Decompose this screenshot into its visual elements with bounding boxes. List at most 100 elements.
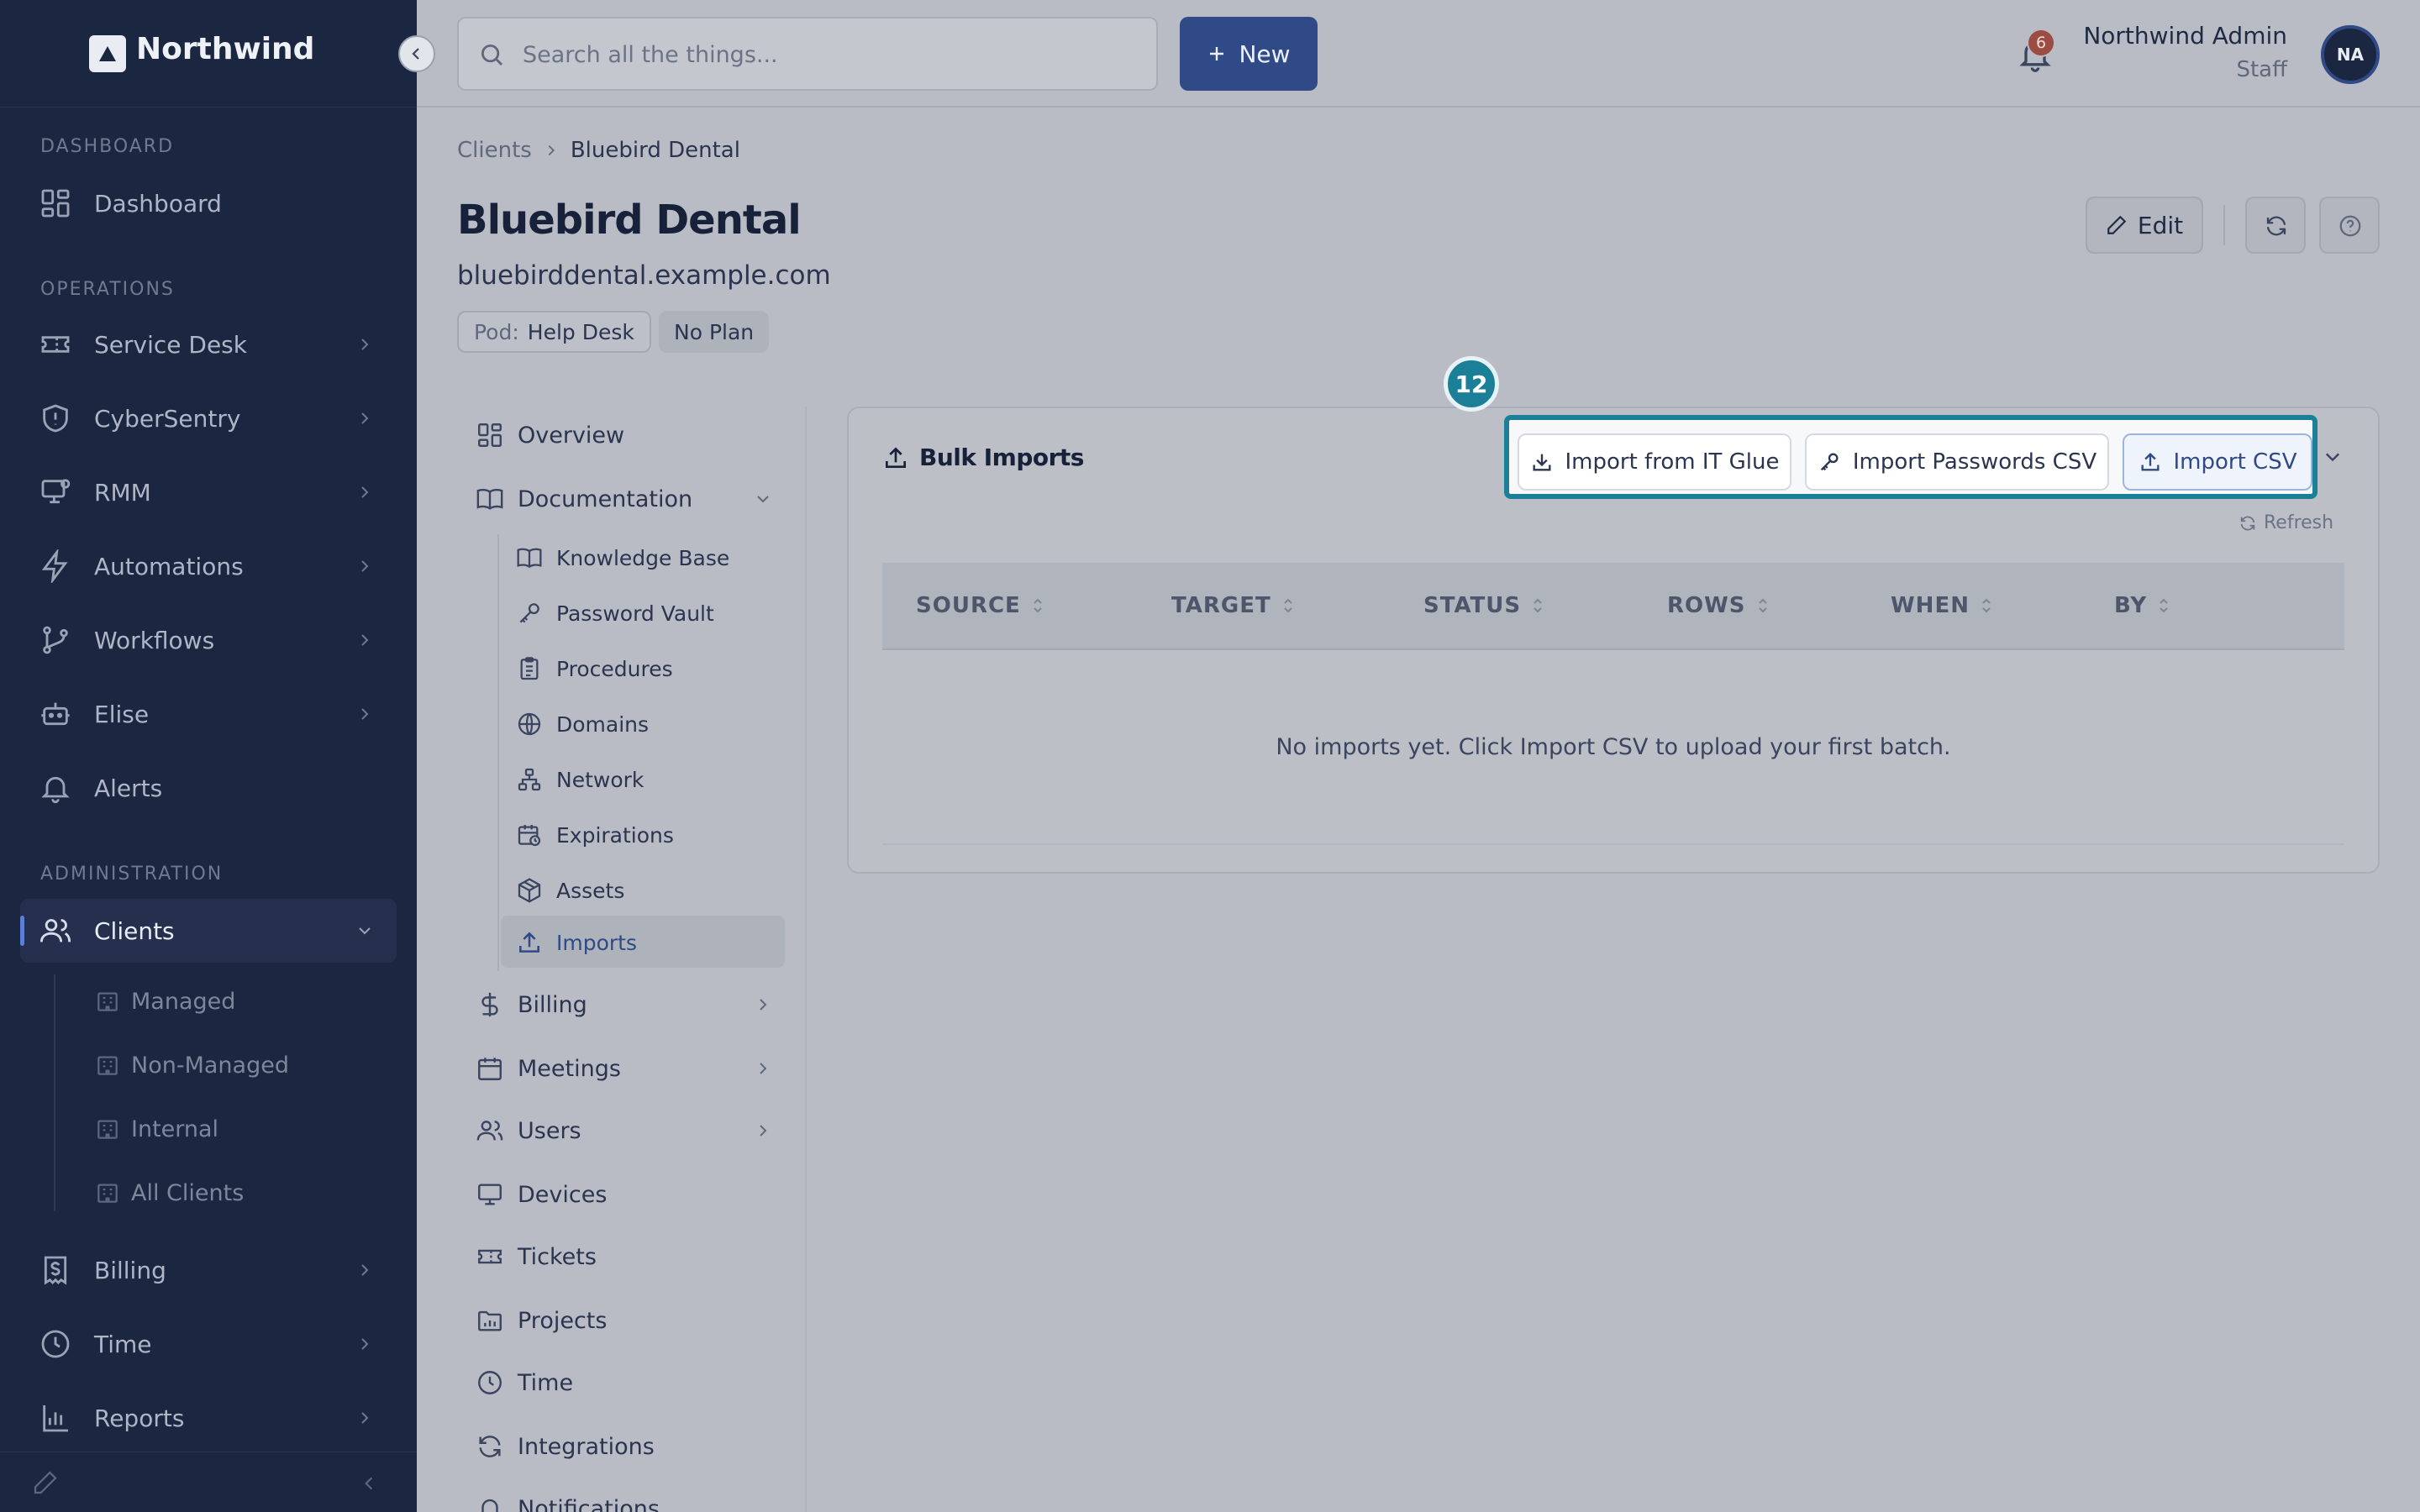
- edit-button[interactable]: Edit: [2086, 197, 2203, 254]
- sidebar-item-elise[interactable]: Elise: [20, 682, 397, 746]
- sidebar-item-label: Time: [94, 1331, 152, 1358]
- column-header-label: TARGET: [1171, 593, 1271, 618]
- subnav-meetings[interactable]: Meetings: [476, 1043, 767, 1094]
- edit-button-label: Edit: [2137, 211, 2184, 239]
- chevron-left-icon[interactable]: [360, 1474, 378, 1493]
- chevron-down-icon[interactable]: [2323, 447, 2343, 467]
- sidebar-item-cybersentry[interactable]: CyberSentry: [20, 386, 397, 450]
- column-header-rows[interactable]: ROWS: [1667, 593, 1770, 618]
- section-administration: ADMINISTRATION: [40, 864, 224, 885]
- subnav-label: Domains: [556, 711, 650, 737]
- subnav-password-vault[interactable]: Password Vault: [516, 590, 714, 637]
- subnav-label: Billing: [518, 991, 587, 1018]
- subnav-domains[interactable]: Domains: [516, 701, 649, 748]
- column-header-by[interactable]: BY: [2114, 593, 2170, 618]
- sidebar-item-label: Billing: [94, 1257, 166, 1284]
- column-header-source[interactable]: SOURCE: [916, 593, 1044, 618]
- chevron-right-icon: [356, 632, 373, 648]
- subnav-time[interactable]: Time: [476, 1357, 573, 1408]
- card-refresh-link[interactable]: Refresh: [2238, 512, 2333, 533]
- sidebar-item-service-desk[interactable]: Service Desk: [20, 312, 397, 376]
- user-role: Staff: [2236, 57, 2287, 82]
- sidebar-item-billing[interactable]: Billing: [20, 1238, 397, 1302]
- import-csv-button[interactable]: Import CSV: [2123, 433, 2312, 491]
- subnav-documentation[interactable]: Documentation: [476, 474, 769, 524]
- subnav-knowledge-base[interactable]: Knowledge Base: [516, 534, 729, 581]
- bot-icon: [39, 697, 72, 731]
- sidebar-subitem-non-managed[interactable]: Non-Managed: [94, 1042, 289, 1089]
- refresh-icon: [2238, 514, 2257, 533]
- subnav-integrations[interactable]: Integrations: [476, 1421, 655, 1472]
- sidebar-item-label: Service Desk: [94, 331, 247, 359]
- brand-logo-icon: [89, 35, 126, 72]
- sidebar-item-automations[interactable]: Automations: [20, 534, 397, 598]
- subnav-label: Users: [518, 1117, 581, 1144]
- subnav-imports[interactable]: Imports: [516, 919, 637, 966]
- table-bottom-rule: [882, 843, 2344, 845]
- import-from-it-glue-button[interactable]: Import from IT Glue: [1518, 433, 1791, 491]
- subnav-projects[interactable]: Projects: [476, 1295, 607, 1346]
- chevron-right-icon: [356, 410, 373, 427]
- sidebar-item-reports[interactable]: Reports: [20, 1386, 397, 1450]
- pencil-icon[interactable]: [32, 1469, 59, 1496]
- package-icon: [516, 877, 543, 904]
- sidebar-item-clients[interactable]: Clients: [20, 899, 397, 963]
- sidebar-collapse-button[interactable]: [398, 35, 435, 72]
- sidebar-item-workflows[interactable]: Workflows: [20, 608, 397, 672]
- subnav-tickets[interactable]: Tickets: [476, 1231, 597, 1282]
- sidebar-item-label: Clients: [94, 917, 175, 945]
- subnav-label: Network: [556, 767, 644, 792]
- sidebar-item-label: Dashboard: [94, 190, 222, 218]
- sidebar-item-label: Alerts: [94, 774, 163, 802]
- sidebar-item-dashboard[interactable]: Dashboard: [20, 171, 397, 235]
- receipt-dollar-icon: [39, 1253, 72, 1287]
- sidebar-item-rmm[interactable]: RMM: [20, 460, 397, 524]
- subnav-network[interactable]: Network: [516, 756, 644, 803]
- subnav-notifications[interactable]: Notifications: [476, 1483, 660, 1512]
- topbar: New 6 Northwind Admin Staff NA: [417, 0, 2420, 108]
- new-button[interactable]: New: [1180, 17, 1318, 91]
- section-operations: OPERATIONS: [40, 279, 175, 300]
- subnav-expirations[interactable]: Expirations: [516, 811, 674, 858]
- clock-icon: [476, 1368, 504, 1397]
- chevron-right-icon: [755, 996, 771, 1013]
- shield-icon: [39, 402, 72, 435]
- search-box[interactable]: [457, 17, 1158, 91]
- clipboard-icon: [516, 655, 543, 682]
- subnav-assets[interactable]: Assets: [516, 867, 624, 914]
- breadcrumb-clients-link[interactable]: Clients: [457, 138, 532, 163]
- column-header-target[interactable]: TARGET: [1171, 593, 1295, 618]
- dollar-icon: [476, 990, 504, 1019]
- subnav-label: Notifications: [518, 1495, 660, 1512]
- folder-chart-icon: [476, 1306, 504, 1335]
- avatar[interactable]: NA: [2321, 25, 2380, 84]
- subnav-overview[interactable]: Overview: [476, 410, 624, 460]
- subnav-procedures[interactable]: Procedures: [516, 645, 673, 692]
- sidebar-subitem-internal[interactable]: Internal: [94, 1105, 218, 1152]
- active-indicator: [20, 916, 24, 946]
- network-icon: [516, 766, 543, 793]
- import-passwords-csv-button[interactable]: Import Passwords CSV: [1805, 433, 2109, 491]
- help-button[interactable]: [2319, 197, 2380, 254]
- column-header-status[interactable]: STATUS: [1423, 593, 1544, 618]
- subnav-users[interactable]: Users: [476, 1105, 767, 1156]
- chevron-right-icon: [544, 143, 559, 158]
- chevron-down-icon: [755, 491, 771, 507]
- refresh-button[interactable]: [2245, 197, 2306, 254]
- lightning-icon: [39, 549, 72, 583]
- subnav-billing[interactable]: Billing: [476, 979, 767, 1030]
- sidebar-subitem-label: Non-Managed: [131, 1052, 289, 1079]
- dashboard-grid-icon: [39, 186, 72, 220]
- chevron-right-icon: [356, 706, 373, 722]
- sidebar-item-alerts[interactable]: Alerts: [20, 756, 397, 820]
- subnav-devices[interactable]: Devices: [476, 1169, 607, 1220]
- sidebar-item-time[interactable]: Time: [20, 1312, 397, 1376]
- new-button-label: New: [1239, 39, 1291, 68]
- sidebar-subitem-all-clients[interactable]: All Clients: [94, 1169, 244, 1216]
- sort-icon: [1980, 596, 1993, 615]
- column-header-when[interactable]: WHEN: [1891, 593, 1993, 618]
- button-label: Import CSV: [2173, 449, 2297, 475]
- sort-icon: [1531, 596, 1544, 615]
- sidebar-subitem-managed[interactable]: Managed: [94, 978, 235, 1025]
- search-input[interactable]: [523, 37, 1128, 72]
